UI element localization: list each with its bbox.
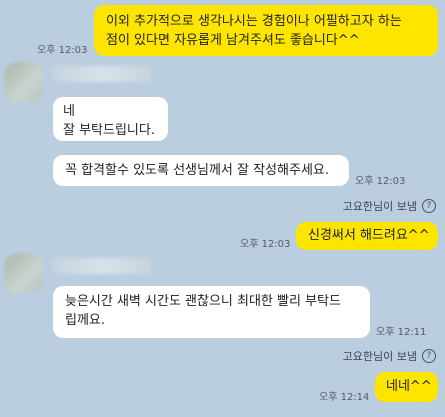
sender-notice-label: 고요한님이 보냄 (342, 350, 417, 363)
partner-name-blurred (52, 66, 152, 82)
question-icon[interactable]: ? (422, 349, 436, 363)
sent-message-bubble[interactable]: 이외 추가적으로 생각나시는 경험이나 어필하고자 하는 점이 있다면 자유롭게… (94, 5, 438, 56)
partner-avatar[interactable] (4, 253, 44, 293)
sender-notice: 고요한님이 보냄 ? (343, 198, 436, 214)
message-time: 오후 12:11 (376, 327, 427, 338)
partner-name-blurred (52, 258, 152, 274)
sent-message-bubble[interactable]: 신경써서 해드려요^^ (296, 222, 438, 250)
message-time: 오후 12:03 (240, 239, 291, 250)
partner-avatar[interactable] (4, 62, 44, 102)
received-message-bubble[interactable]: 늦은시간 새벽 시간도 괜찮으니 최대한 빨리 부탁드 립께요. (53, 286, 370, 338)
question-icon[interactable]: ? (422, 199, 436, 213)
message-time: 오후 12:14 (319, 392, 370, 403)
sender-notice: 고요한님이 보냄 ? (343, 348, 436, 364)
received-message-bubble[interactable]: 네 잘 부탁드립니다. (53, 97, 168, 141)
received-message-bubble[interactable]: 꼭 합격할수 있도록 선생님께서 잘 작성해주세요. (53, 155, 349, 186)
message-time: 오후 12:03 (37, 45, 88, 56)
sender-notice-label: 고요한님이 보냄 (342, 200, 417, 213)
sent-message-bubble[interactable]: 네네^^ (375, 372, 438, 402)
message-time: 오후 12:03 (355, 176, 406, 187)
